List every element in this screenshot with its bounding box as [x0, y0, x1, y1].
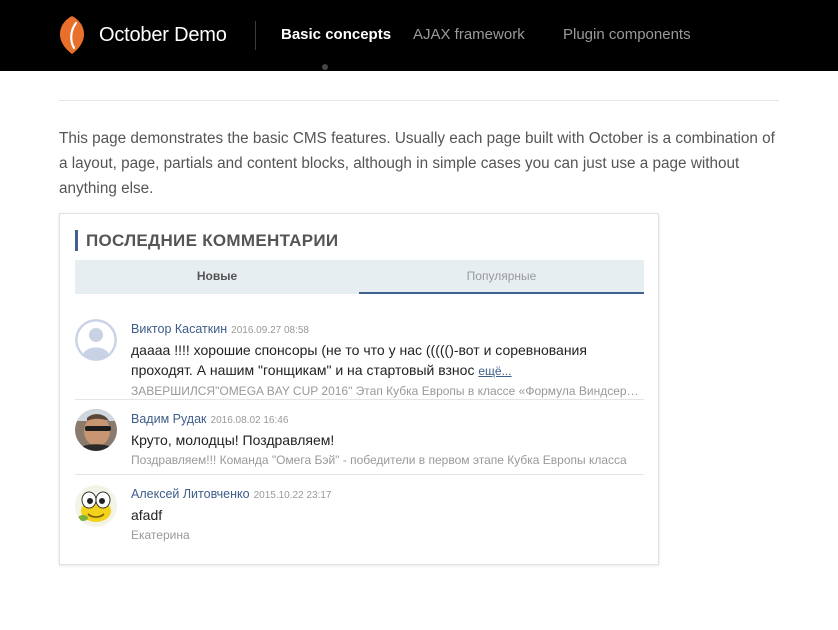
cropped-text-fragment: [322, 64, 328, 70]
comment-text: Круто, молодцы! Поздравляем!: [131, 432, 335, 448]
divider-line: [59, 100, 779, 101]
comment-author[interactable]: Вадим Рудак: [131, 412, 207, 426]
user-photo-avatar: [75, 409, 117, 451]
brand[interactable]: October Demo: [56, 15, 227, 55]
avatar[interactable]: [75, 485, 117, 527]
tab-new[interactable]: Новые: [75, 260, 359, 294]
comment-date: 2015.10.22 23:17: [253, 490, 332, 501]
comment-author[interactable]: Алексей Литовченко: [131, 487, 250, 501]
widget-title: ПОСЛЕДНИЕ КОММЕНТАРИИ: [75, 230, 338, 251]
brand-name: October Demo: [99, 23, 227, 46]
cartoon-bee-avatar: [75, 485, 117, 527]
nav-link-ajax-framework[interactable]: AJAX framework: [413, 26, 525, 43]
october-leaf-logo-icon: [59, 16, 85, 54]
nav-link-basic-concepts[interactable]: Basic concepts: [281, 26, 391, 43]
comment-body: Алексей Литовченко 2015.10.22 23:17 afadf…: [131, 485, 644, 542]
comment-item: Виктор Касаткин 2016.09.27 08:58 даааа !!…: [75, 306, 644, 400]
comment-tabs: Новые Популярные: [75, 260, 644, 294]
tab-popular[interactable]: Популярные: [359, 260, 644, 294]
comment-text: даааа !!!! хорошие спонсоры (не то что у…: [131, 342, 587, 378]
comment-post-link[interactable]: Поздравляем!!! Команда "Омега Бэй" - поб…: [131, 453, 644, 467]
comment-body: Вадим Рудак 2016.08.02 16:46 Круто, молод…: [131, 410, 644, 467]
comment-date: 2016.09.27 08:58: [231, 325, 309, 336]
comment-text: afadf: [131, 507, 163, 523]
nav-link-plugin-components[interactable]: Plugin components: [563, 26, 691, 43]
read-more-link[interactable]: ещё...: [478, 364, 511, 378]
nav-divider: [255, 21, 256, 50]
comment-date: 2016.08.02 16:46: [210, 415, 289, 426]
comment-item: Вадим Рудак 2016.08.02 16:46 Круто, молод…: [75, 400, 644, 475]
navbar: October Demo Basic concepts AJAX framewo…: [0, 0, 838, 71]
comment-post-link[interactable]: Екатерина: [131, 528, 644, 542]
comment-item: Алексей Литовченко 2015.10.22 23:17 afadf…: [75, 475, 644, 551]
comment-body: Виктор Касаткин 2016.09.27 08:58 даааа !!…: [131, 320, 644, 398]
comment-author[interactable]: Виктор Касаткин: [131, 322, 227, 336]
avatar[interactable]: [75, 319, 117, 361]
avatar[interactable]: [75, 409, 117, 451]
intro-paragraph: This page demonstrates the basic CMS fea…: [59, 130, 775, 197]
recent-comments-widget: ПОСЛЕДНИЕ КОММЕНТАРИИ Новые Популярные В…: [59, 213, 659, 565]
comment-post-link[interactable]: ЗАВЕРШИЛСЯ"OMEGA BAY CUP 2016" Этап Кубк…: [131, 384, 644, 398]
default-user-icon: [75, 319, 117, 361]
